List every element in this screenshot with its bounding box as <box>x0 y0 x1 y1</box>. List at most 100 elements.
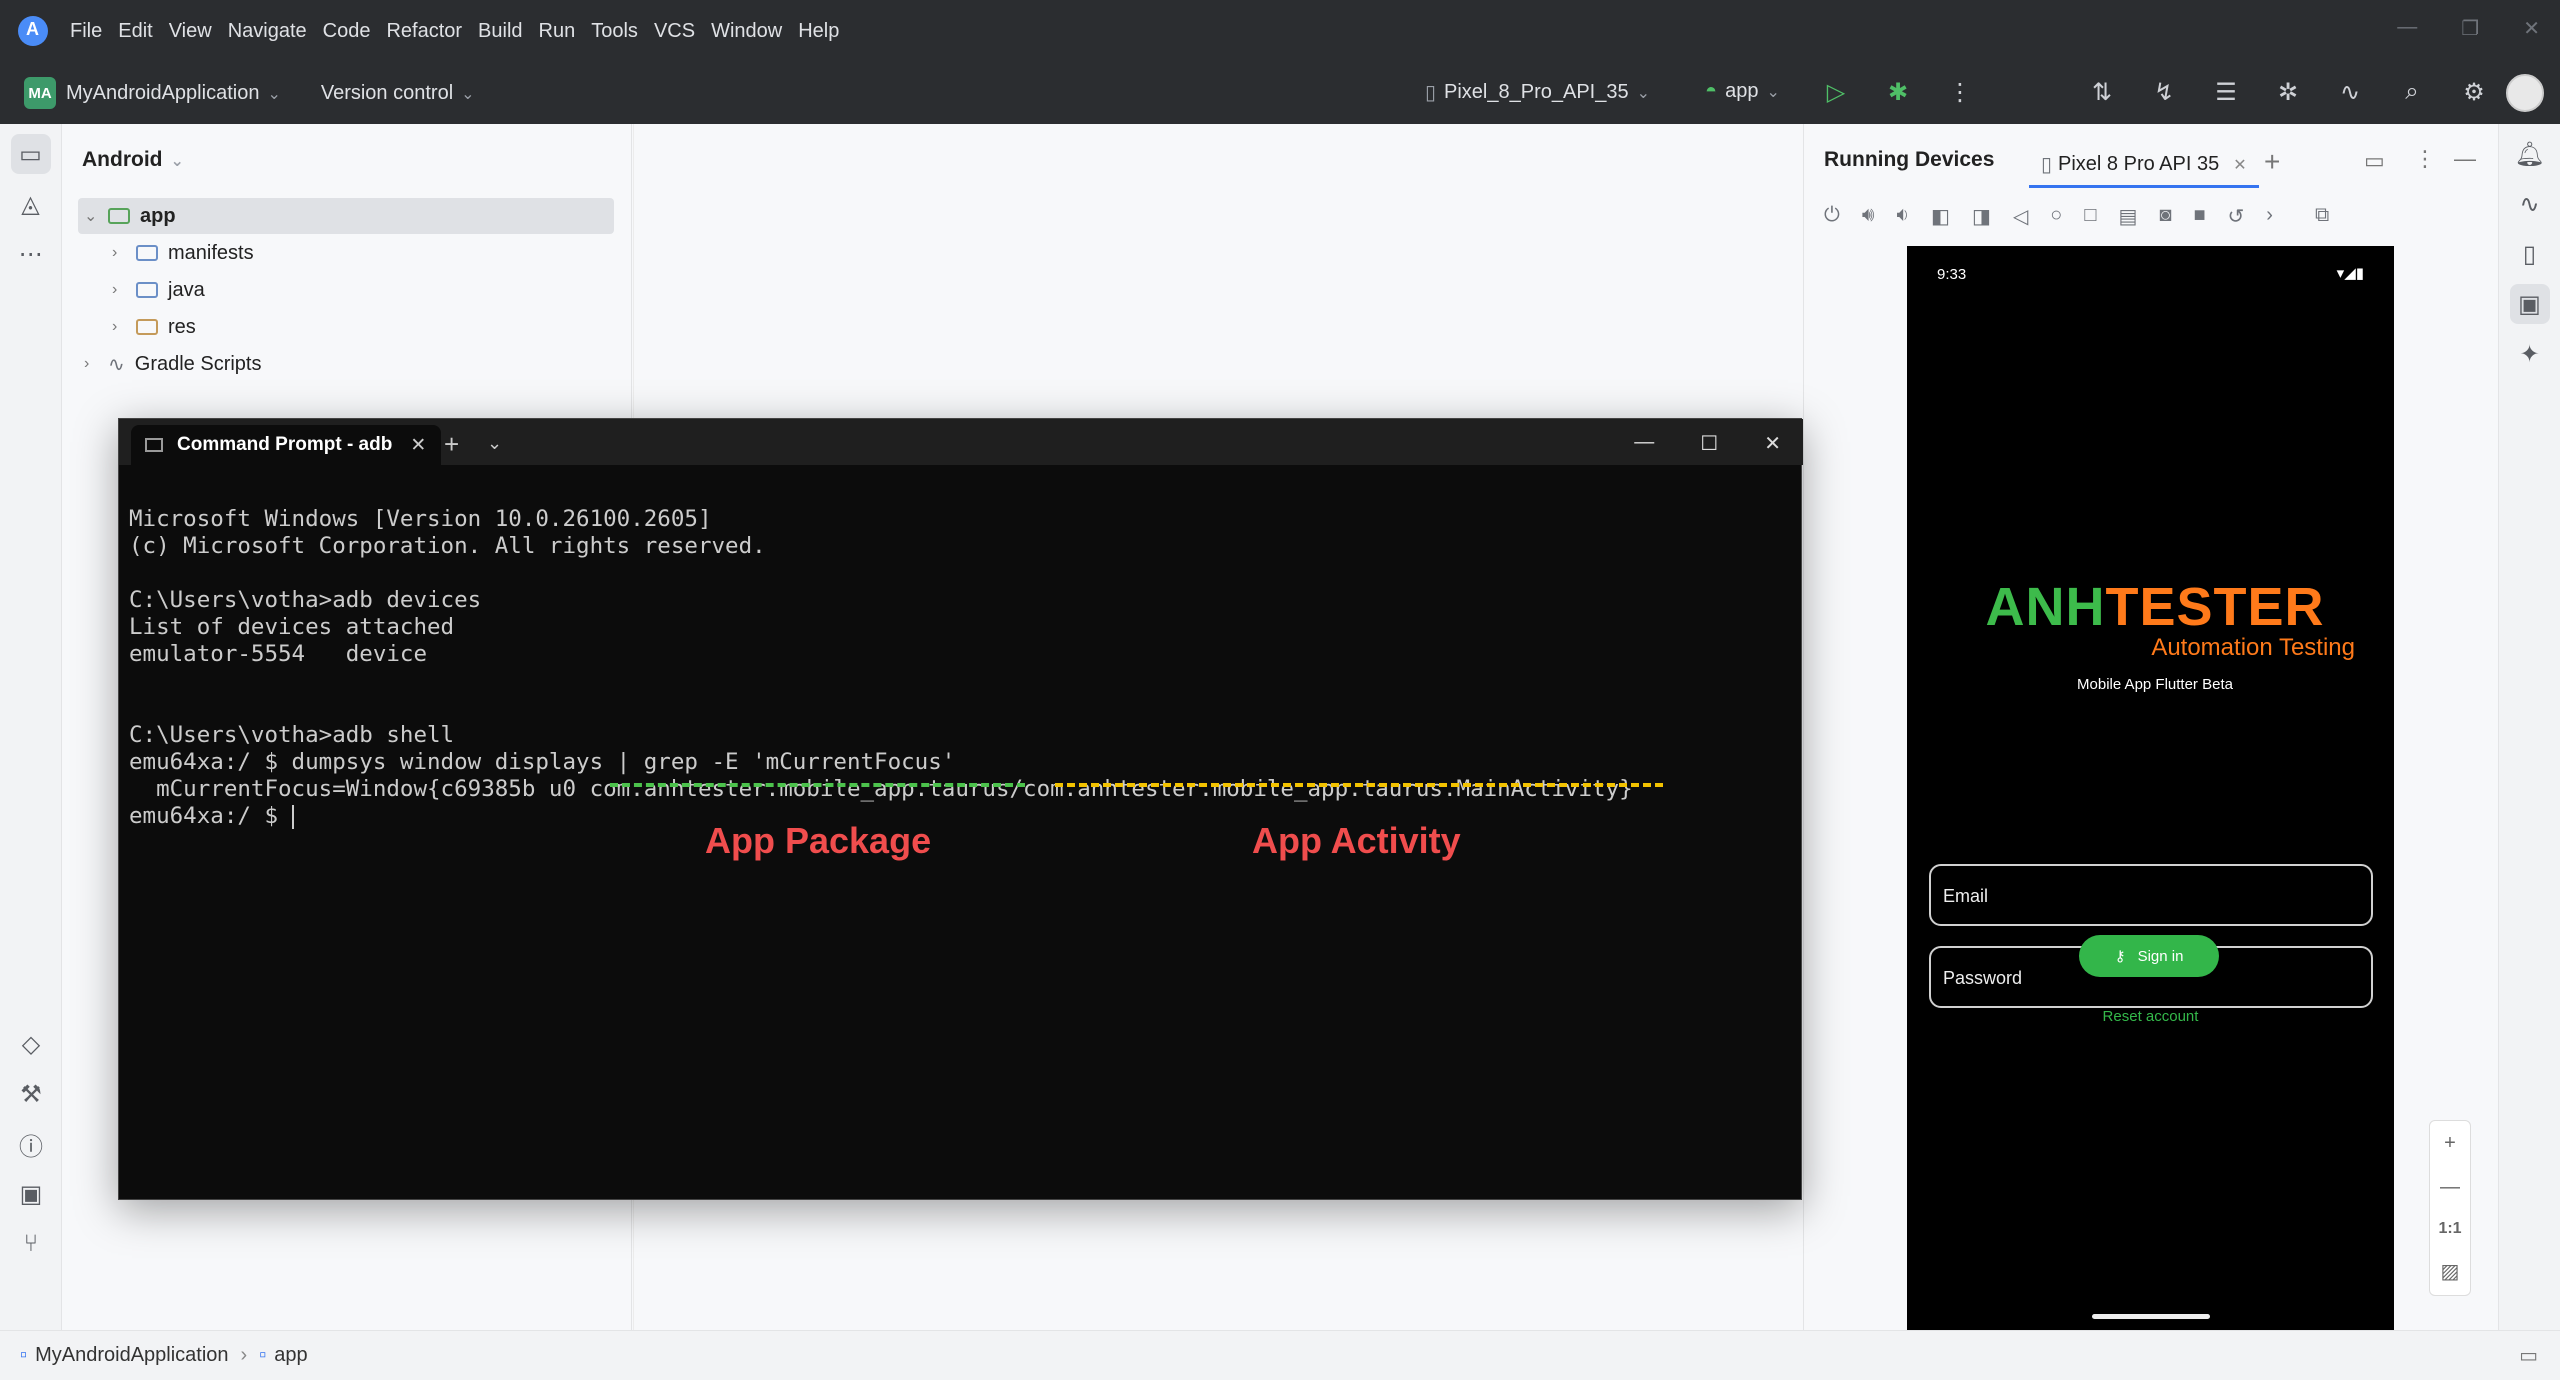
notifications-icon[interactable]: 🔔︎ <box>2510 134 2550 174</box>
fit-screen-icon[interactable]: ▨ <box>2441 1259 2460 1284</box>
menu-navigate[interactable]: Navigate <box>228 20 307 43</box>
camera-icon[interactable]: ◙ <box>2159 204 2171 229</box>
new-tab-icon[interactable]: + <box>444 429 459 460</box>
gesture-nav-bar[interactable] <box>2092 1314 2210 1319</box>
reset-icon[interactable]: ↺ <box>2228 204 2245 229</box>
gear-icon[interactable]: ⚙ <box>2458 76 2490 108</box>
cmd-tab[interactable]: Command Prompt - adb ✕ <box>131 425 441 465</box>
minimize-panel-icon[interactable]: — <box>2454 146 2476 172</box>
tree-item-java[interactable]: › java <box>112 272 205 308</box>
power-icon[interactable]: ⏻ <box>1824 204 1840 229</box>
tree-item-label: app <box>140 204 176 227</box>
terminal-output[interactable]: Microsoft Windows [Version 10.0.26100.26… <box>129 479 1789 884</box>
chevron-right-icon[interactable]: › <box>112 281 136 299</box>
tree-item-app[interactable]: ⌄ app <box>78 198 614 234</box>
email-field[interactable]: Email <box>1929 864 2373 926</box>
more-tools-icon[interactable]: ⋯ <box>11 234 51 274</box>
sync-icon[interactable]: ⇅ <box>2086 76 2118 108</box>
close-icon[interactable]: ✕ <box>1764 431 1781 456</box>
resource-manager-icon[interactable]: ◬ <box>11 184 51 224</box>
chevron-right-icon[interactable]: › <box>112 318 136 336</box>
chevron-down-icon[interactable]: ⌄ <box>84 206 108 226</box>
close-icon[interactable]: ✕ <box>2523 16 2540 41</box>
folder-icon[interactable]: ▭ <box>10 134 51 174</box>
chevron-down-icon[interactable]: ⌄ <box>487 433 502 454</box>
gradle-icon[interactable]: ∿ <box>2334 76 2366 108</box>
maximize-icon[interactable]: ☐ <box>1700 431 1718 456</box>
device-manager-icon[interactable]: ▯ <box>2510 234 2550 274</box>
app-package-annotation: App Package <box>705 820 932 861</box>
chat-icon[interactable]: ▭ <box>2519 1343 2538 1368</box>
device-selector[interactable]: ▯ Pixel_8_Pro_API_35 ⌄ <box>1425 80 1650 105</box>
search-icon[interactable]: ⌕ <box>2396 76 2428 108</box>
menu-help[interactable]: Help <box>798 20 839 43</box>
menu-file[interactable]: File <box>70 20 102 43</box>
device-screen[interactable]: 9:33 ▾◢▮ ANHTESTER Automation Testing Mo… <box>1907 246 2394 1330</box>
layout-icon[interactable]: ▭ <box>2364 148 2385 174</box>
breadcrumb-project[interactable]: MyAndroidApplication <box>35 1344 228 1367</box>
breadcrumb-module[interactable]: app <box>274 1344 307 1367</box>
record-icon[interactable]: ■ <box>2193 204 2205 229</box>
zoom-actual-size[interactable]: 1:1 <box>2438 1220 2461 1238</box>
project-badge: MA <box>24 77 56 109</box>
chevron-right-icon[interactable]: › <box>84 355 108 373</box>
add-device-icon[interactable]: + <box>2264 146 2280 178</box>
back-icon[interactable]: ◁ <box>2013 204 2028 229</box>
tree-item-manifests[interactable]: › manifests <box>112 235 254 271</box>
zoom-in-icon[interactable]: + <box>2444 1132 2456 1155</box>
menu-run[interactable]: Run <box>539 20 576 43</box>
zoom-out-icon[interactable]: — <box>2440 1176 2460 1199</box>
tree-item-res[interactable]: › res <box>112 309 196 345</box>
run-config-selector[interactable]: ◓ app ⌄ <box>1705 80 1780 103</box>
volume-up-icon[interactable]: 🔊︎ <box>1862 204 1875 229</box>
menu-build[interactable]: Build <box>478 20 522 43</box>
tree-item-gradle-scripts[interactable]: › ∿ Gradle Scripts <box>84 346 261 382</box>
gem-icon[interactable]: ◇ <box>11 1024 51 1064</box>
menu-refactor[interactable]: Refactor <box>386 20 462 43</box>
avatar[interactable] <box>2506 74 2544 112</box>
build-output-icon[interactable]: ⚒ <box>11 1074 51 1114</box>
project-selector[interactable]: MyAndroidApplication ⌄ <box>66 82 281 105</box>
snapshot-icon[interactable]: ▤ <box>2118 204 2137 229</box>
minimize-icon[interactable]: — <box>2397 16 2417 41</box>
running-devices-icon[interactable]: ▣ <box>2509 284 2550 324</box>
version-control-selector[interactable]: Version control ⌄ <box>321 82 475 105</box>
gradle-icon[interactable]: ∿ <box>2510 184 2550 224</box>
minimize-icon[interactable]: — <box>1634 431 1654 456</box>
restore-icon[interactable]: ❐ <box>2461 16 2479 41</box>
bug-icon[interactable]: ✲ <box>2272 76 2304 108</box>
chevron-right-icon[interactable]: › <box>2266 204 2273 229</box>
reset-account-link[interactable]: Reset account <box>1907 1008 2394 1025</box>
menu-vcs[interactable]: VCS <box>654 20 695 43</box>
home-icon[interactable]: ○ <box>2050 204 2062 229</box>
terminal-icon[interactable]: ▣ <box>11 1174 51 1214</box>
build-icon[interactable]: ☰ <box>2210 76 2242 108</box>
problems-icon[interactable]: ⓘ <box>11 1124 51 1164</box>
terminal-line: (c) Microsoft Corporation. All rights re… <box>129 533 766 559</box>
menu-tools[interactable]: Tools <box>591 20 638 43</box>
rotate-right-icon[interactable]: ◨ <box>1972 204 1991 229</box>
chevron-right-icon[interactable]: › <box>112 244 136 262</box>
rotate-left-icon[interactable]: ◧ <box>1931 204 1950 229</box>
device-tab[interactable]: ▯ Pixel 8 Pro API 35 ✕ <box>2029 144 2259 188</box>
more-icon[interactable]: ⋮ <box>2414 146 2436 172</box>
volume-down-icon[interactable]: 🔉︎ <box>1896 204 1909 229</box>
menu-window[interactable]: Window <box>711 20 782 43</box>
project-view-selector[interactable]: Android ⌄ <box>82 148 184 172</box>
overview-icon[interactable]: □ <box>2084 204 2096 229</box>
run-icon[interactable]: ▷ <box>1820 76 1852 108</box>
close-icon[interactable]: ✕ <box>410 434 426 457</box>
menu-edit[interactable]: Edit <box>118 20 152 43</box>
sign-in-button[interactable]: ⚷ Sign in <box>2079 935 2219 977</box>
mirror-icon[interactable]: ⧉ <box>2315 204 2329 229</box>
git-branch-icon[interactable]: ⑂ <box>11 1224 51 1264</box>
gemini-icon[interactable]: ✦ <box>2510 334 2550 374</box>
close-icon[interactable]: ✕ <box>2233 155 2246 175</box>
menu-code[interactable]: Code <box>323 20 371 43</box>
menu-view[interactable]: View <box>169 20 212 43</box>
profiler-icon[interactable]: ↯ <box>2148 76 2180 108</box>
debug-icon[interactable]: ✱ <box>1882 76 1914 108</box>
folder-icon <box>136 282 158 298</box>
more-icon[interactable]: ⋮ <box>1944 76 1976 108</box>
